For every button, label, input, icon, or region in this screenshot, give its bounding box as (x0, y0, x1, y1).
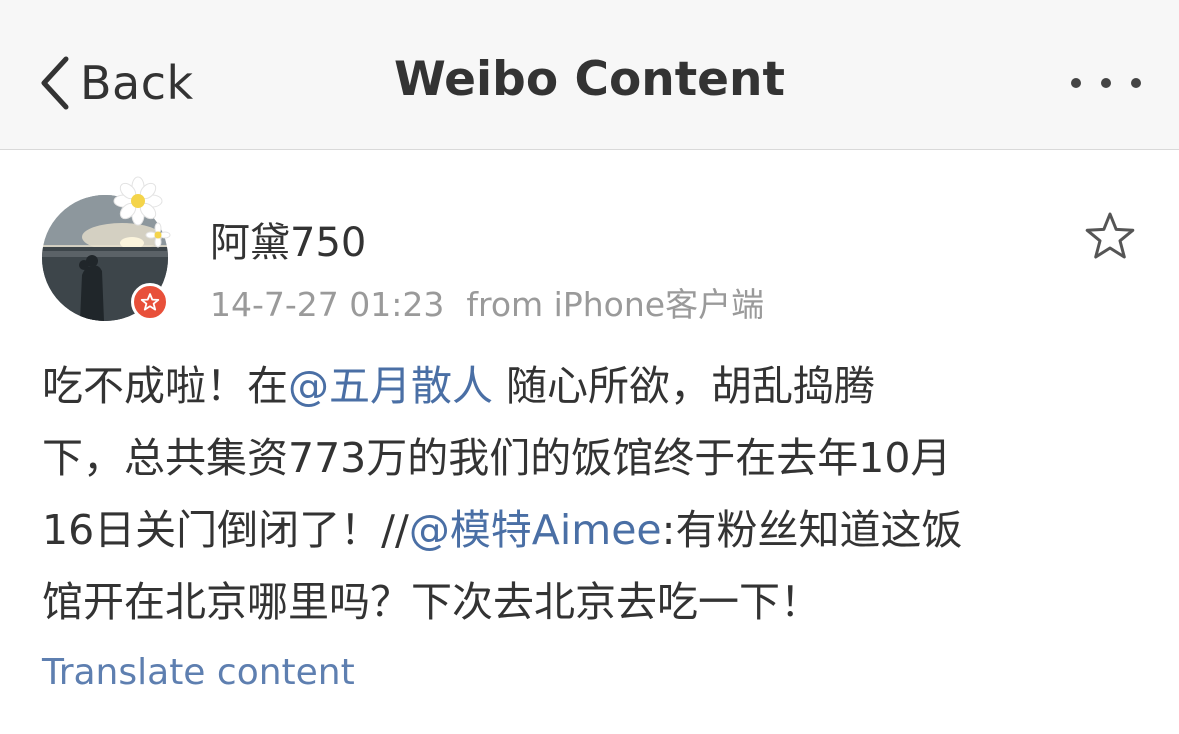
flower-decoration-icon (113, 176, 171, 248)
post-line: 下，总共集资773万的我们的饭馆终于在去年10月 (42, 422, 1142, 494)
dot (1071, 78, 1081, 88)
page-title: Weibo Content (394, 52, 785, 107)
post-text-segment: 吃不成啦！在 (42, 362, 288, 410)
mention-link[interactable]: @五月散人 (288, 362, 493, 410)
post-meta: 14-7-27 01:23 from iPhone客户端 (210, 278, 764, 326)
badge-star-icon (140, 293, 160, 311)
post-line: 16日关门倒闭了！//@模特Aimee:有粉丝知道这饭 (42, 494, 1142, 566)
more-dots-icon[interactable] (1071, 70, 1141, 96)
post-text-segment: 16日关门倒闭了！// (42, 506, 409, 554)
dot (1131, 78, 1141, 88)
post-text-segment: 随心所欲，胡乱捣腾 (493, 362, 876, 410)
post-line: 馆开在北京哪里吗？下次去北京去吃一下！ (42, 566, 1142, 638)
post-text-segment: 下，总共集资773万的我们的饭馆终于在去年10月 (42, 434, 952, 482)
star-outline-icon[interactable] (1083, 210, 1137, 264)
post-text-segment: :有粉丝知道这饭 (661, 506, 963, 554)
verified-badge-icon (131, 283, 169, 321)
dot (1101, 78, 1111, 88)
translate-content-link[interactable]: Translate content (42, 652, 355, 693)
mention-link[interactable]: @模特Aimee (409, 506, 662, 554)
post-line: 吃不成啦！在@五月散人 随心所欲，胡乱捣腾 (42, 350, 1142, 422)
navigation-bar: Back Weibo Content (0, 0, 1179, 150)
post-body: 吃不成啦！在@五月散人 随心所欲，胡乱捣腾下，总共集资773万的我们的饭馆终于在… (42, 350, 1142, 638)
post-source: from iPhone客户端 (466, 285, 765, 324)
timestamp: 14-7-27 01:23 (210, 285, 445, 324)
username[interactable]: 阿黛750 (210, 210, 366, 268)
post-text-segment: 馆开在北京哪里吗？下次去北京去吃一下！ (42, 578, 821, 626)
